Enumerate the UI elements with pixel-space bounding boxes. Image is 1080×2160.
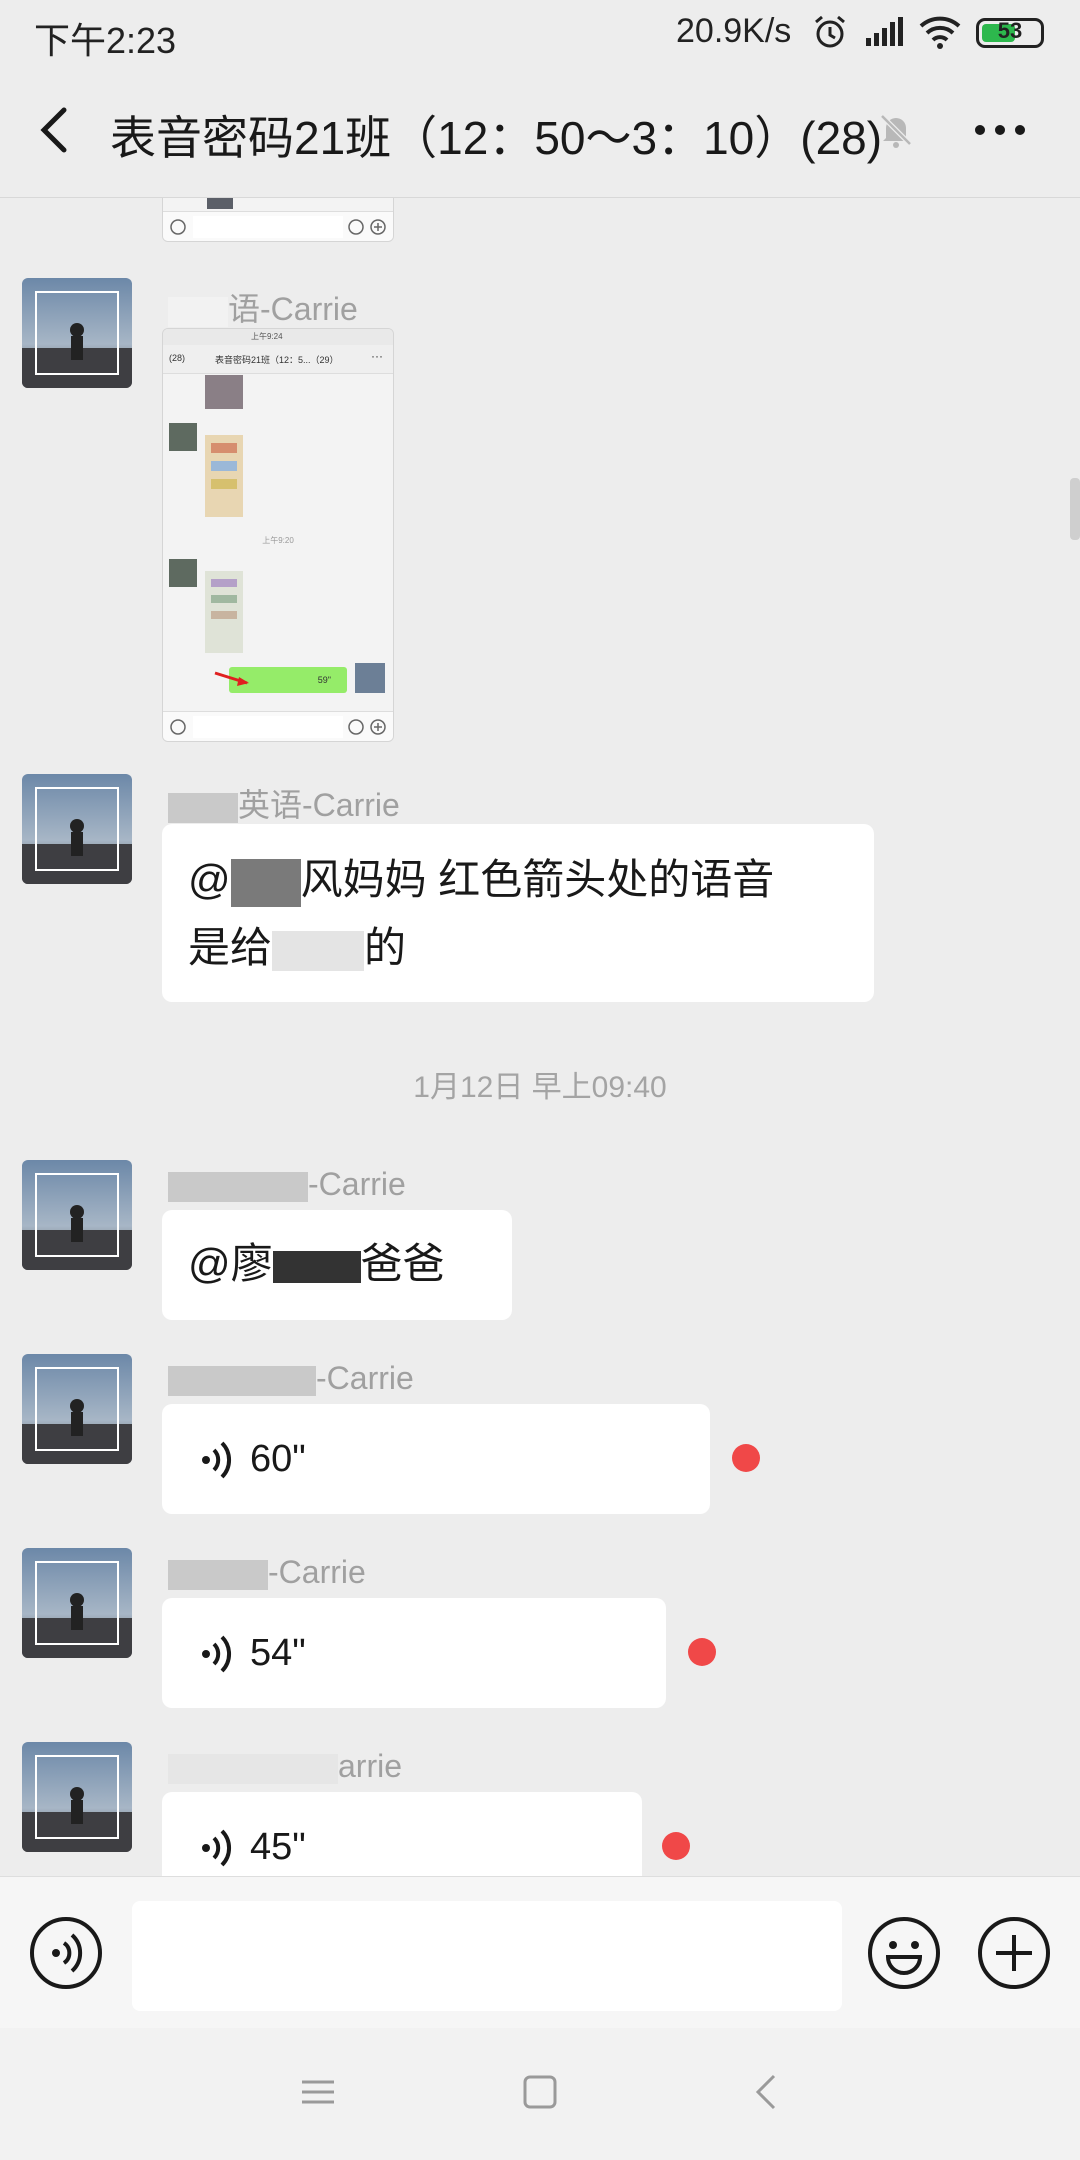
sender-name: arrie <box>168 1748 402 1785</box>
image-message-partial[interactable] <box>162 198 394 242</box>
embedded-avatar-2 <box>169 559 197 587</box>
sender-name: -Carrie <box>168 1360 414 1397</box>
message-text-line-1: @ 风妈妈 红色箭头处的语音 <box>188 846 848 914</box>
text-message-bubble[interactable]: @廖 爸爸 <box>162 1210 512 1320</box>
sender-name: -Carrie <box>168 1554 366 1591</box>
image-message[interactable]: 上午9:24 (28) 表音密码21班（12：5...（29） ··· 上午9:… <box>162 328 394 742</box>
system-nav-bar <box>0 2028 1080 2160</box>
voice-wave-icon <box>202 1635 232 1673</box>
sender-name: 英语-Carrie <box>168 780 400 826</box>
partial-image-inputbar <box>163 211 393 241</box>
partial-image-thumb <box>207 198 233 209</box>
menu-icon <box>302 2080 334 2104</box>
avatar[interactable] <box>22 1354 132 1464</box>
square-icon <box>523 2075 557 2109</box>
more-button[interactable] <box>970 106 1030 154</box>
voice-message-bubble[interactable]: 54" <box>162 1598 666 1708</box>
embedded-avatar-1 <box>169 423 197 451</box>
message-input[interactable] <box>132 1901 842 2011</box>
back-button[interactable] <box>28 100 84 160</box>
sender-name: 语-Carrie <box>168 284 358 330</box>
voice-icon <box>30 1917 102 1989</box>
alarm-icon <box>812 14 848 50</box>
redacted-name <box>168 1171 308 1202</box>
home-button[interactable] <box>522 2074 558 2110</box>
voice-wave-icon <box>202 1829 232 1867</box>
voice-message-bubble[interactable]: 60" <box>162 1404 710 1514</box>
embedded-title: 表音密码21班（12：5...（29） <box>215 355 339 365</box>
network-speed: 20.9K/s <box>676 12 792 50</box>
avatar[interactable] <box>22 1160 132 1270</box>
redacted-name <box>168 1753 338 1784</box>
chat-message-list[interactable]: 语-Carrie 上午9:24 (28) 表音密码21班（12：5...（29）… <box>0 198 1080 1876</box>
embedded-image-3 <box>205 571 243 653</box>
partial-image-input <box>193 216 343 238</box>
status-bar: 下午2:23 20.9K/s 53 <box>0 0 1080 64</box>
voice-duration: 45" <box>250 1826 306 1868</box>
emoji-button[interactable] <box>866 1915 942 1991</box>
voice-icon <box>170 719 186 735</box>
status-time: 下午2:23 <box>34 20 177 61</box>
redacted-name <box>168 296 228 327</box>
system-back-button[interactable] <box>752 2072 782 2112</box>
redacted-name <box>272 1250 361 1283</box>
battery-icon: 53 <box>976 18 1044 48</box>
plus-icon <box>978 1917 1050 1989</box>
voice-icon <box>170 219 186 235</box>
redacted-name <box>168 1559 268 1590</box>
embedded-avatar-self <box>355 663 385 693</box>
avatar[interactable] <box>22 774 132 884</box>
emoji-icon <box>348 219 364 235</box>
embedded-status-bar: 上午9:24 <box>163 329 393 345</box>
avatar[interactable] <box>22 278 132 388</box>
message-text-line-2: 是给的 <box>188 924 407 971</box>
redacted-name <box>168 792 238 823</box>
redacted-name <box>272 930 365 971</box>
voice-duration: 54" <box>250 1632 306 1674</box>
voice-toggle-button[interactable] <box>28 1915 104 1991</box>
message-input-bar <box>0 1876 1080 2028</box>
avatar[interactable] <box>22 1548 132 1658</box>
redacted-name <box>168 1365 316 1396</box>
battery-percent: 53 <box>997 18 1023 43</box>
voice-duration: 60" <box>250 1438 306 1480</box>
emoji-icon <box>348 719 364 735</box>
redacted-name <box>230 858 301 907</box>
embedded-input <box>193 716 343 738</box>
voice-message-bubble[interactable]: 45" <box>162 1792 642 1876</box>
chat-header: 表音密码21班（12：50～3：10）(28) <box>0 64 1080 198</box>
recent-apps-button[interactable] <box>300 2074 336 2110</box>
chevron-left-icon <box>40 107 67 153</box>
unread-dot <box>732 1444 760 1472</box>
embedded-inputbar <box>163 711 393 741</box>
bell-off-icon <box>876 110 916 150</box>
voice-wave-icon <box>202 1441 232 1479</box>
chat-title: 表音密码21班（12：50～3：10）(28) <box>110 112 883 164</box>
signal-icon <box>864 16 904 48</box>
avatar[interactable] <box>22 1742 132 1852</box>
text-message-bubble[interactable]: @ 风妈妈 红色箭头处的语音 是给的 <box>162 824 874 1002</box>
embedded-more-icon: ··· <box>371 349 383 363</box>
unread-dot <box>662 1832 690 1860</box>
red-arrow-icon <box>214 671 249 686</box>
embedded-image-2 <box>205 435 243 517</box>
message-text: @廖 爸爸 <box>188 1240 445 1287</box>
embedded-voice-duration: 59" <box>317 675 331 685</box>
unread-dot <box>688 1638 716 1666</box>
embedded-time-divider: 上午9:20 <box>262 536 294 545</box>
scrollbar-handle[interactable] <box>1070 478 1080 540</box>
sender-name: -Carrie <box>168 1166 406 1203</box>
plus-icon <box>370 219 386 235</box>
embedded-status-time: 上午9:24 <box>251 332 283 341</box>
embedded-header: (28) 表音密码21班（12：5...（29） ··· <box>163 345 393 374</box>
chat-timestamp: 1月12日 早上09:40 <box>413 1071 667 1104</box>
embedded-image-1 <box>205 375 243 409</box>
chevron-left-icon <box>755 2074 776 2110</box>
embedded-back-count: (28) <box>169 353 186 363</box>
emoji-icon <box>868 1917 940 1989</box>
wifi-icon <box>918 14 962 50</box>
plus-button[interactable] <box>976 1915 1052 1991</box>
more-dots-icon <box>975 125 1025 135</box>
plus-icon <box>370 719 386 735</box>
